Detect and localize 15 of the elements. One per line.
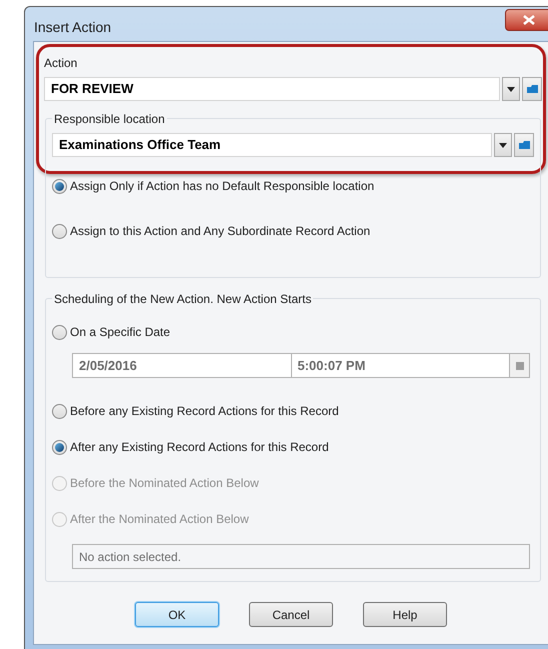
radio-label: Assign Only if Action has no Default Responsible location (70, 178, 374, 195)
dialog-button[interactable]: Help (363, 602, 447, 627)
radio-label: After any Existing Record Actions for this Record (70, 439, 329, 456)
radio-label: On a Specific Date (70, 324, 170, 341)
dialog-button[interactable]: Cancel (249, 602, 333, 627)
radio-label: After the Nominated Action Below (70, 511, 249, 528)
dialog-button[interactable]: OK (135, 602, 219, 627)
action-field[interactable]: FOR REVIEW (44, 77, 500, 101)
location-field[interactable]: Examinations Office Team (52, 133, 492, 157)
nominated-action-field: No action selected. (72, 544, 530, 569)
radio-label: Before the Nominated Action Below (70, 475, 259, 492)
window-title: Insert Action (34, 18, 112, 37)
radio-label: Assign to this Action and Any Subordinate Record Action (70, 223, 370, 240)
radio-label: Before any Existing Record Actions for this Record (70, 403, 339, 420)
action-label: Action (44, 55, 78, 72)
